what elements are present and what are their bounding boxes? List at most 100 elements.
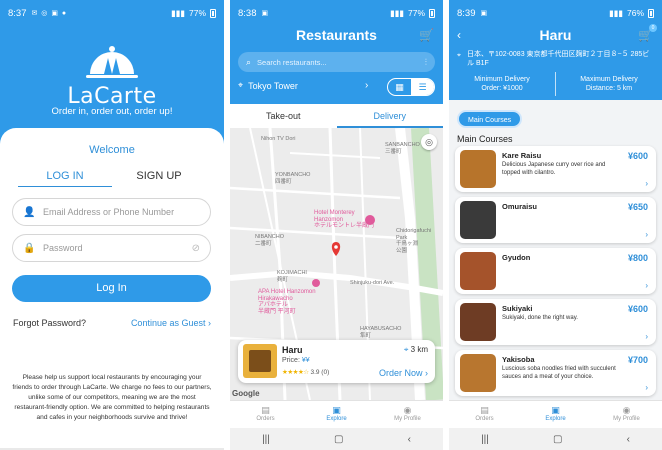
nav-orders-label: Orders <box>475 416 494 422</box>
my-location-button[interactable]: ◎ <box>421 134 437 150</box>
map-label-kojimachi: KOJIMACHI 麹町 <box>277 270 307 283</box>
order-now-button[interactable]: Order Now › <box>379 368 428 378</box>
menu-item-photo <box>460 354 496 392</box>
status-time: 8:39 <box>457 7 476 19</box>
recents-icon[interactable]: ||| <box>481 434 489 445</box>
rating-value: 3.9 (0) <box>310 369 330 376</box>
menu-item[interactable]: Yakisoba Luscious soba noodles fried wit… <box>455 350 656 396</box>
category-chip-main-courses[interactable]: Main Courses <box>457 110 523 128</box>
nav-profile-label: My Profile <box>394 416 421 422</box>
location-selector[interactable]: ⌖ Tokyo Tower <box>238 80 298 91</box>
menu-item-desc: Sukiyaki, done the right way. <box>502 315 578 321</box>
menu-item[interactable]: Gyudon ¥800 › <box>455 248 656 294</box>
chevron-right-icon: › <box>645 179 648 188</box>
recents-icon[interactable]: ||| <box>262 434 270 445</box>
max-delivery-label: Maximum Delivery <box>580 76 638 83</box>
explore-icon: ▣ <box>551 405 560 415</box>
receipt-icon: ▤ <box>480 405 489 415</box>
battery-icon <box>210 8 216 18</box>
back-icon[interactable]: ‹ <box>408 434 411 445</box>
location-pin-icon: ⌖ <box>238 80 244 90</box>
eye-off-icon[interactable]: ⊘ <box>192 243 200 254</box>
tab-signup[interactable]: SIGN UP <box>112 170 206 187</box>
chevron-right-icon: › <box>645 230 648 239</box>
menu-item-desc: Delicious Japanese curry over rice and t… <box>502 162 606 176</box>
search-icon: ⌕ <box>246 56 252 67</box>
chevron-right-icon[interactable]: › <box>365 80 368 91</box>
tab-takeout[interactable]: Take-out <box>230 104 337 128</box>
menu-item-price: ¥650 <box>627 202 648 212</box>
map-label-nibancho: NIBANCHO 二番町 <box>255 234 285 247</box>
cart-icon[interactable]: 🛒 <box>419 28 434 42</box>
menu-item-price: ¥800 <box>627 253 648 263</box>
back-icon[interactable]: ‹ <box>627 434 630 445</box>
restaurant-distance: ⌖ 3 km <box>404 345 428 355</box>
battery-icon <box>429 8 435 18</box>
login-screen: 8:37 ✉ ◎ ▣ ● ▮▮▮ 77% LaCarte Order in, o… <box>0 0 224 450</box>
menu-item-price: ¥700 <box>627 355 648 365</box>
nav-orders[interactable]: ▤ Orders <box>449 401 520 428</box>
restaurants-screen: 8:38 ▣ ▮▮▮ 77% Restaurants 🛒 ⌕ Search re… <box>230 0 443 450</box>
view-toggle[interactable]: ▦ ☰ <box>387 78 435 96</box>
profile-icon: ◉ <box>622 405 631 415</box>
restaurant-card[interactable]: Haru Price: ¥¥ ★★★★☆ 3.9 (0) ⌖ 3 km Orde… <box>238 340 435 383</box>
search-placeholder: Search restaurants... <box>257 57 327 67</box>
map-label-apa-hotel: APA Hotel Hanzomon Hirakawacho アパホテル 半蔵門… <box>258 289 316 315</box>
app-logo: LaCarte <box>0 44 224 109</box>
profile-icon: ◉ <box>403 405 412 415</box>
list-view-icon[interactable]: ☰ <box>411 79 434 95</box>
menu-item-name: Omuraisu <box>502 202 538 211</box>
notification-icons: ▣ <box>261 10 270 17</box>
order-type-tabs: Take-out Delivery <box>230 104 443 128</box>
forgot-password-link[interactable]: Forgot Password? <box>13 318 86 328</box>
map-label-hayabusacho: HAYABUSACHO 隼町 <box>360 326 402 339</box>
email-placeholder: Email Address or Phone Number <box>43 207 175 217</box>
signal-icon: ▮▮▮ <box>389 7 404 18</box>
bottom-nav: ▤ Orders ▣ Explore ◉ My Profile <box>449 400 662 428</box>
login-button[interactable]: Log In <box>12 275 211 302</box>
email-field[interactable]: 👤 Email Address or Phone Number <box>12 198 211 226</box>
signal-icon: ▮▮▮ <box>608 7 623 18</box>
nav-explore[interactable]: ▣ Explore <box>301 401 372 428</box>
chevron-right-icon: › <box>645 281 648 290</box>
menu-item-name: Gyudon <box>502 253 531 262</box>
nav-explore[interactable]: ▣ Explore <box>520 401 591 428</box>
tab-login[interactable]: LOG IN <box>18 170 112 187</box>
password-field[interactable]: 🔒 Password ⊘ <box>12 234 211 262</box>
battery-level: 77% <box>407 8 425 18</box>
restaurant-name: Haru <box>282 345 303 355</box>
nav-profile[interactable]: ◉ My Profile <box>591 401 662 428</box>
nav-profile[interactable]: ◉ My Profile <box>372 401 443 428</box>
status-bar: 8:37 ✉ ◎ ▣ ● ▮▮▮ 77% <box>0 0 224 26</box>
battery-icon <box>648 8 654 18</box>
continue-as-guest-link[interactable]: Continue as Guest › <box>131 318 211 328</box>
menu-item[interactable]: Omuraisu ¥650 › <box>455 197 656 243</box>
location-label: Tokyo Tower <box>248 80 298 91</box>
map-label-chidorigafuchi: Chidorigafuchi Park 千鳥ヶ淵 公園 <box>396 228 432 254</box>
map-label-sanbancho: SANBANCHO 三番町 <box>385 142 420 155</box>
map-label-hotel-monterey: Hotel Monterey Hanzomon ホテルモントレ半蔵門 <box>314 210 375 229</box>
nav-orders[interactable]: ▤ Orders <box>230 401 301 428</box>
menu-item-photo <box>460 252 496 290</box>
home-icon[interactable]: ▢ <box>334 434 343 445</box>
tagline: Order in, order out, order up! <box>51 106 173 117</box>
welcome-heading: Welcome <box>89 144 135 156</box>
menu-item[interactable]: Sukiyaki Sukiyaki, done the right way. ¥… <box>455 299 656 345</box>
min-delivery-value: Order: ¥1000 <box>481 85 523 92</box>
menu-item-photo <box>460 150 496 188</box>
distance-value: 3 km <box>410 345 428 354</box>
home-icon[interactable]: ▢ <box>553 434 562 445</box>
menu-item-photo <box>460 303 496 341</box>
restaurant-price: Price: ¥¥ <box>282 357 310 364</box>
login-card: Welcome LOG IN SIGN UP 👤 Email Address o… <box>0 128 224 450</box>
address-text: 日本、〒102-0083 東京都千代田区麹町２丁目８−５ 285ビル B1F <box>467 51 650 67</box>
map-view-icon[interactable]: ▦ <box>388 79 411 95</box>
search-input[interactable]: ⌕ Search restaurants... ⫶ <box>238 52 435 72</box>
menu-item[interactable]: Kare Raisu Delicious Japanese curry over… <box>455 146 656 192</box>
filter-icon[interactable]: ⫶ <box>425 57 427 68</box>
page-title: Restaurants <box>296 27 377 43</box>
tab-delivery[interactable]: Delivery <box>336 104 443 128</box>
price-label: Price: <box>282 357 300 364</box>
guest-label: Continue as Guest <box>130 318 206 328</box>
signal-icon: ▮▮▮ <box>170 7 185 18</box>
